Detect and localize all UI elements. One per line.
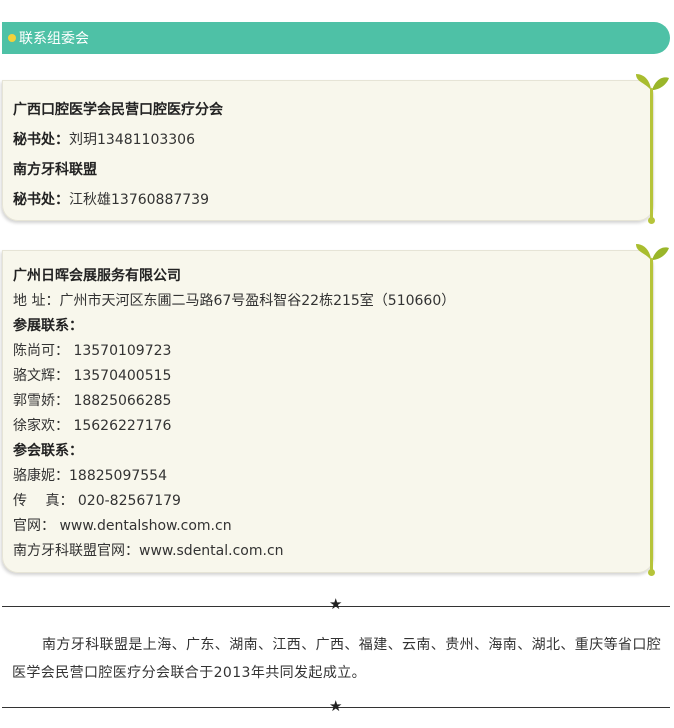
company-address: 地 址：广州市天河区东圃二马路67号盈科智谷22栋215室（510660）: [13, 293, 456, 309]
secretariat-contact-2: 江秋雄13760887739: [69, 192, 209, 208]
sprout-decoration-1: [634, 66, 670, 228]
attend-contact-label: 参会联系：: [13, 443, 83, 459]
secretariat-label-1: 秘书处：: [13, 132, 69, 148]
exhibit-contact-item: 徐家欢： 15626227176: [13, 418, 172, 434]
official-website-link[interactable]: 官网： www.dentalshow.com.cn: [13, 514, 654, 539]
section-header: 联系组委会: [2, 22, 670, 54]
contact-card-organizer: 广州日晖会展服务有限公司 地 址：广州市天河区东圃二马路67号盈科智谷22栋21…: [2, 250, 654, 573]
exhibit-contact-item: 郭雪娇： 18825066285: [13, 393, 172, 409]
exhibit-contact-label: 参展联系：: [13, 318, 83, 334]
company-name: 广州日晖会展服务有限公司: [13, 268, 181, 284]
sprout-decoration-2: [634, 236, 670, 580]
bullet-dot-icon: [8, 34, 16, 42]
secretariat-contact-1: 刘玥13481103306: [69, 132, 195, 148]
star-icon: ★: [329, 697, 343, 715]
alliance-website-link[interactable]: 南方牙科联盟官网：www.sdental.com.cn: [13, 539, 654, 564]
attend-contact-item: 骆康妮：18825097554: [13, 468, 167, 484]
contact-card-secretariat: 广西口腔医学会民营口腔医疗分会 秘书处：刘玥13481103306 南方牙科联盟…: [2, 80, 654, 221]
org-name-2: 南方牙科联盟: [13, 162, 97, 178]
exhibit-contact-item: 骆文辉： 13570400515: [13, 368, 172, 384]
star-icon: ★: [329, 595, 343, 613]
org-name-1: 广西口腔医学会民营口腔医疗分会: [13, 102, 223, 118]
section-title: 联系组委会: [19, 31, 89, 47]
fax-number: 传 真： 020-82567179: [13, 493, 181, 509]
alliance-description: 南方牙科联盟是上海、广东、湖南、江西、广西、福建、云南、贵州、海南、湖北、重庆等…: [12, 637, 662, 681]
exhibit-contact-item: 陈尚可： 13570109723: [13, 343, 172, 359]
secretariat-label-2: 秘书处：: [13, 192, 69, 208]
